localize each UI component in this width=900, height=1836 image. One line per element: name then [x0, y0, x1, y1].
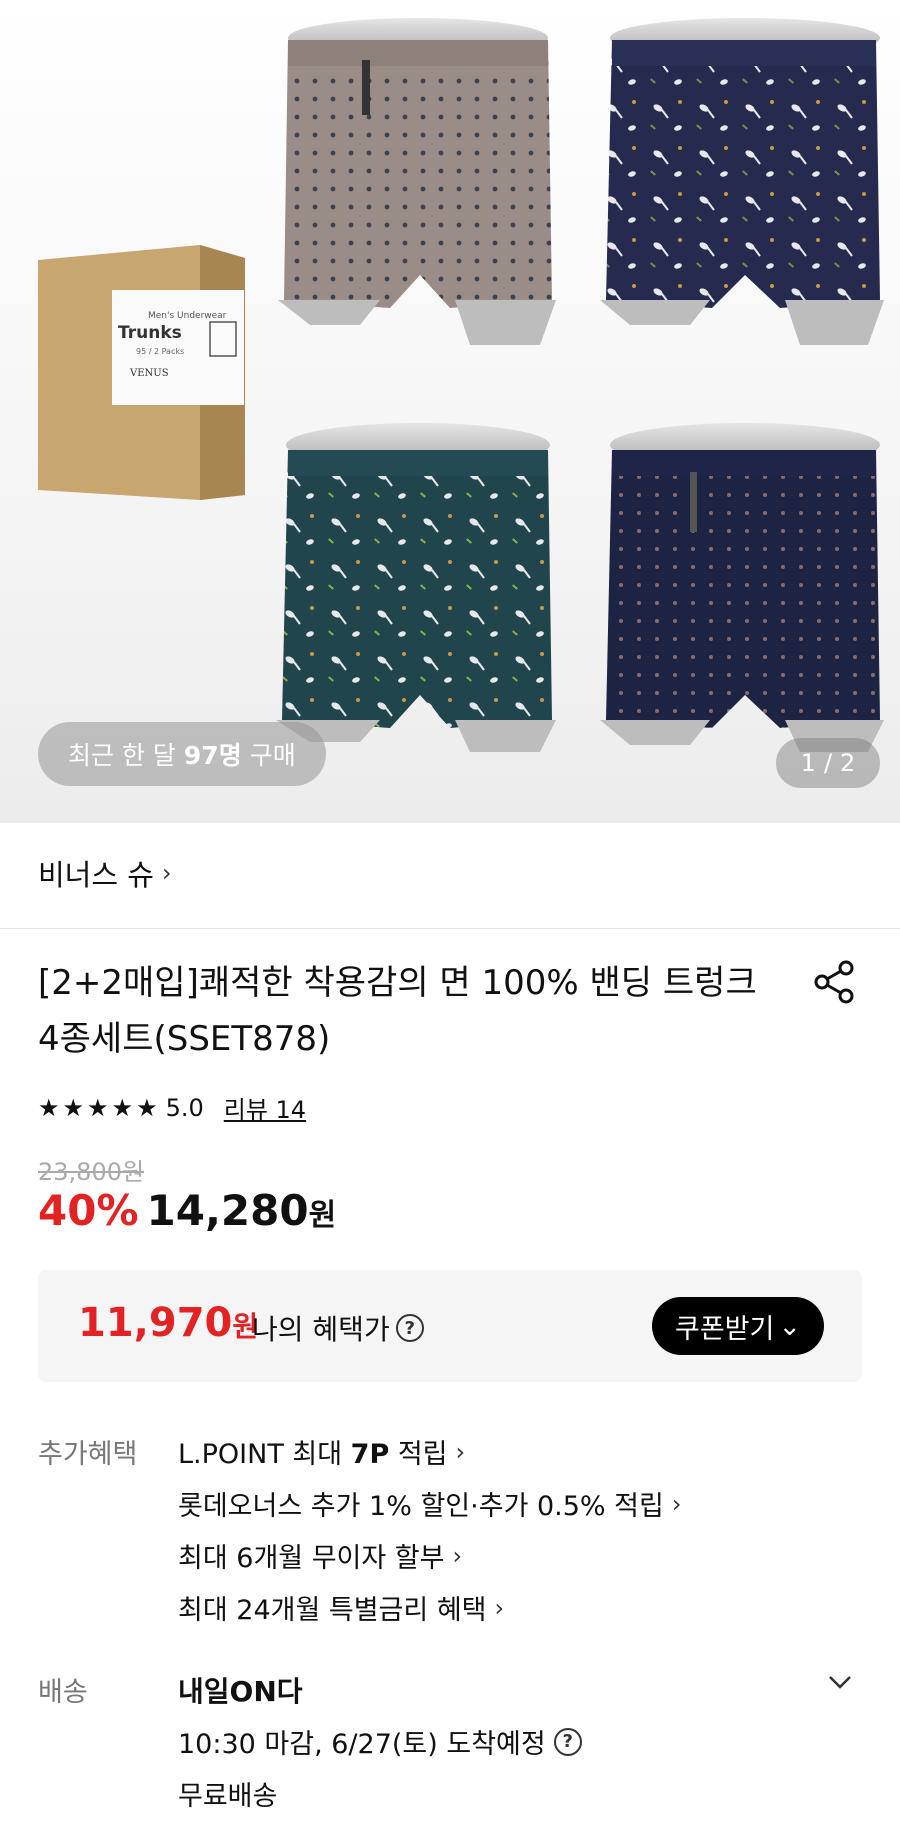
- get-coupon-button[interactable]: 쿠폰받기 ⌄: [652, 1297, 824, 1355]
- star-rating: ★ ★ ★ ★ ★: [38, 1096, 158, 1120]
- share-icon: [814, 960, 854, 1004]
- currency-unit: 원: [308, 1198, 337, 1233]
- share-button[interactable]: [810, 958, 858, 1006]
- sale-price: 14,280: [146, 1186, 309, 1235]
- shipping-expand-button[interactable]: [826, 1668, 854, 1696]
- star-icon: ★: [87, 1093, 109, 1122]
- benefit-item-lotte-owners[interactable]: 롯데오너스 추가 1% 할인·추가 0.5% 적립 ›: [178, 1484, 681, 1523]
- star-icon: ★: [136, 1093, 158, 1122]
- original-price: 23,800원: [38, 1158, 145, 1186]
- image-pager: 1 / 2: [776, 738, 880, 788]
- help-icon[interactable]: ?: [553, 1727, 582, 1756]
- pager-total: 2: [840, 749, 856, 777]
- chevron-down-icon: ⌄: [778, 1310, 801, 1342]
- shipping-label: 배송: [38, 1677, 88, 1708]
- rating-row: ★ ★ ★ ★ ★ 5.0 리뷰 14: [38, 1090, 306, 1125]
- trunk-navy-dots: [600, 423, 884, 752]
- benefit-text: 최대 6개월 무이자 할부: [178, 1543, 445, 1574]
- benefit-text: L.POINT 최대: [178, 1439, 351, 1470]
- box-label-brand: VENUS: [129, 368, 169, 379]
- discount-rate: 40%: [38, 1186, 139, 1235]
- product-photo: Men's Underwear Trunks 95 / 2 Packs VENU…: [38, 18, 884, 752]
- review-link[interactable]: 리뷰 14: [224, 1090, 306, 1125]
- benefit-label: 나의 혜택가 ?: [252, 1308, 424, 1348]
- box-label-title: Trunks: [118, 323, 182, 343]
- star-icon: ★: [38, 1093, 60, 1122]
- chevron-down-icon: [829, 1676, 851, 1689]
- benefit-label-text: 나의 혜택가: [252, 1313, 390, 1346]
- benefit-price-value: 11,970: [78, 1300, 233, 1346]
- recent-purchase-prefix: 최근 한 달: [68, 741, 176, 770]
- trunk-green-print: [276, 423, 556, 752]
- chevron-right-icon: ›: [494, 1593, 505, 1622]
- shipping-fee: 무료배송: [178, 1781, 278, 1812]
- box-label-line3: 95 / 2 Packs: [136, 347, 184, 356]
- shipping-deadline-text: 10:30 마감, 6/27(토) 도착예정: [178, 1729, 546, 1760]
- benefit-item-special-rate[interactable]: 최대 24개월 특별금리 혜택 ›: [178, 1588, 504, 1627]
- chevron-right-icon: ›: [671, 1489, 682, 1518]
- brand-link[interactable]: 비너스 슈 ›: [38, 852, 172, 894]
- extra-benefits-label: 추가혜택: [38, 1439, 138, 1470]
- star-icon: ★: [62, 1093, 85, 1122]
- benefit-text: 롯데오너스 추가 1% 할인·추가 0.5% 적립: [178, 1491, 664, 1522]
- benefit-text-bold: 7P: [350, 1439, 390, 1470]
- trunk-gray-dots: [278, 18, 556, 345]
- benefit-item-lpoint[interactable]: L.POINT 최대 7P 적립 ›: [178, 1432, 465, 1471]
- shipping-title: 내일ON다: [178, 1675, 303, 1708]
- benefit-text: 적립: [389, 1439, 448, 1470]
- pager-separator: /: [823, 749, 833, 777]
- coupon-button-label: 쿠폰받기: [675, 1313, 775, 1345]
- divider: [0, 928, 900, 929]
- product-image-carousel[interactable]: Men's Underwear Trunks 95 / 2 Packs VENU…: [0, 0, 900, 823]
- brand-name: 비너스 슈: [38, 858, 154, 892]
- star-icon: ★: [111, 1093, 134, 1122]
- trunk-navy-print: [600, 18, 884, 345]
- rating-value: 5.0: [165, 1093, 204, 1122]
- chevron-right-icon: ›: [452, 1541, 463, 1570]
- box-label-line1: Men's Underwear: [148, 311, 227, 321]
- pager-current: 1: [800, 749, 816, 777]
- benefit-item-installment[interactable]: 최대 6개월 무이자 할부 ›: [178, 1536, 462, 1575]
- shipping-deadline: 10:30 마감, 6/27(토) 도착예정 ?: [178, 1722, 582, 1761]
- recent-purchase-suffix: 구매: [249, 741, 296, 770]
- chevron-right-icon: ›: [161, 859, 172, 887]
- chevron-right-icon: ›: [455, 1437, 466, 1466]
- price-row: 40% 14,280 원: [38, 1186, 336, 1235]
- recent-purchase-badge: 최근 한 달 97명 구매: [38, 722, 326, 786]
- benefit-text: 최대 24개월 특별금리 혜택: [178, 1595, 487, 1626]
- my-benefit-box: 11,970 원 나의 혜택가 ? 쿠폰받기 ⌄: [38, 1270, 862, 1382]
- help-icon[interactable]: ?: [395, 1314, 424, 1342]
- product-title: [2+2매입]쾌적한 착용감의 면 100% 밴딩 트렁크 4종세트(SSET8…: [38, 963, 757, 1059]
- recent-purchase-count: 97명: [183, 741, 242, 770]
- benefit-price: 11,970 원: [78, 1300, 258, 1346]
